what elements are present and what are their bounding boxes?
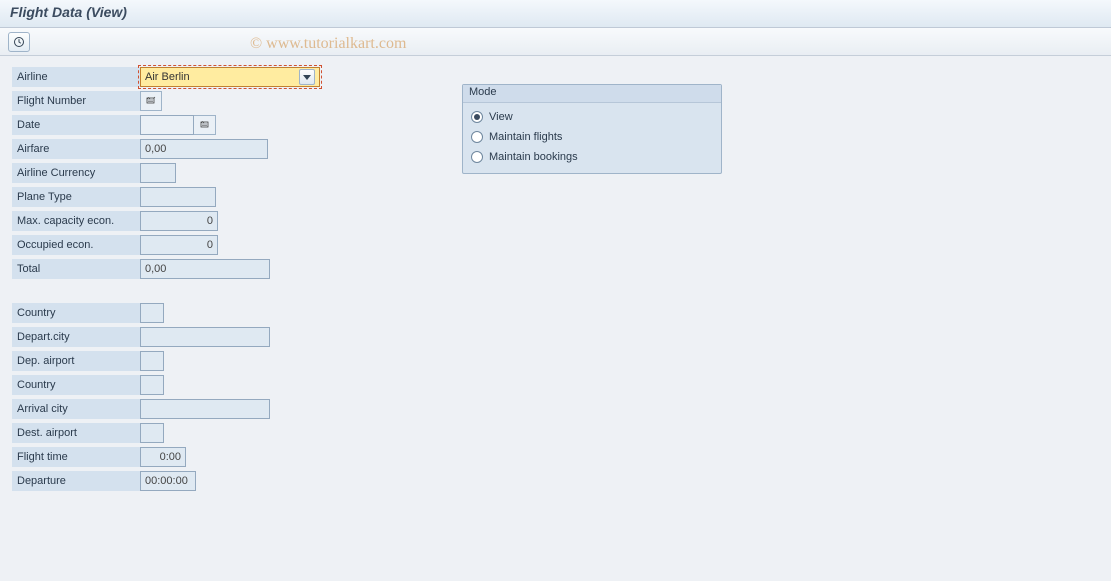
content-area: Airline Air Berlin Flight Number Date Ai… — [0, 56, 1111, 504]
search-help-icon — [145, 95, 157, 107]
arrival-city-value — [140, 399, 270, 419]
label-airfare: Airfare — [12, 139, 140, 159]
dep-airport-value — [140, 351, 164, 371]
clock-button[interactable] — [8, 32, 30, 52]
radio-maintain-flights-label: Maintain flights — [489, 131, 562, 143]
country-to-value — [140, 375, 164, 395]
max-cap-econ-value: 0 — [140, 211, 218, 231]
mode-body: View Maintain flights Maintain bookings — [463, 103, 721, 173]
label-arrival-city: Arrival city — [12, 399, 140, 419]
clock-icon — [13, 36, 25, 48]
search-help-icon — [199, 119, 211, 131]
label-dest-airport: Dest. airport — [12, 423, 140, 443]
label-occupied-econ: Occupied econ. — [12, 235, 140, 255]
section-spacer — [12, 282, 372, 302]
airline-dropdown-value: Air Berlin — [145, 71, 295, 83]
airline-currency-value — [140, 163, 176, 183]
date-search-help[interactable] — [194, 115, 216, 135]
label-date: Date — [12, 115, 140, 135]
country-from-value — [140, 303, 164, 323]
label-country-to: Country — [12, 375, 140, 395]
label-depart-city: Depart.city — [12, 327, 140, 347]
radio-view[interactable]: View — [471, 107, 713, 127]
mode-title: Mode — [463, 85, 721, 103]
form-column: Airline Air Berlin Flight Number Date Ai… — [12, 66, 372, 494]
airfare-value: 0,00 — [140, 139, 268, 159]
flight-time-value: 0:00 — [140, 447, 186, 467]
flight-number-search-help[interactable] — [140, 91, 162, 111]
airline-dropdown[interactable]: Air Berlin — [140, 67, 320, 87]
label-max-cap-econ: Max. capacity econ. — [12, 211, 140, 231]
label-airline-currency: Airline Currency — [12, 163, 140, 183]
label-flight-number: Flight Number — [12, 91, 140, 111]
radio-maintain-bookings-label: Maintain bookings — [489, 151, 578, 163]
total-value: 0,00 — [140, 259, 270, 279]
label-departure: Departure — [12, 471, 140, 491]
window-title: Flight Data (View) — [0, 0, 1111, 28]
plane-type-value — [140, 187, 216, 207]
radio-maintain-bookings[interactable]: Maintain bookings — [471, 147, 713, 167]
departure-value: 00:00:00 — [140, 471, 196, 491]
label-total: Total — [12, 259, 140, 279]
radio-icon — [471, 131, 483, 143]
toolbar — [0, 28, 1111, 56]
depart-city-value — [140, 327, 270, 347]
label-flight-time: Flight time — [12, 447, 140, 467]
radio-maintain-flights[interactable]: Maintain flights — [471, 127, 713, 147]
date-input[interactable] — [140, 115, 194, 135]
label-dep-airport: Dep. airport — [12, 351, 140, 371]
dest-airport-value — [140, 423, 164, 443]
radio-icon — [471, 151, 483, 163]
label-airline: Airline — [12, 67, 140, 87]
chevron-down-icon — [299, 69, 315, 85]
mode-groupbox: Mode View Maintain flights Maintain book… — [462, 84, 722, 174]
occupied-econ-value: 0 — [140, 235, 218, 255]
radio-view-label: View — [489, 111, 513, 123]
label-plane-type: Plane Type — [12, 187, 140, 207]
radio-icon — [471, 111, 483, 123]
label-country-from: Country — [12, 303, 140, 323]
